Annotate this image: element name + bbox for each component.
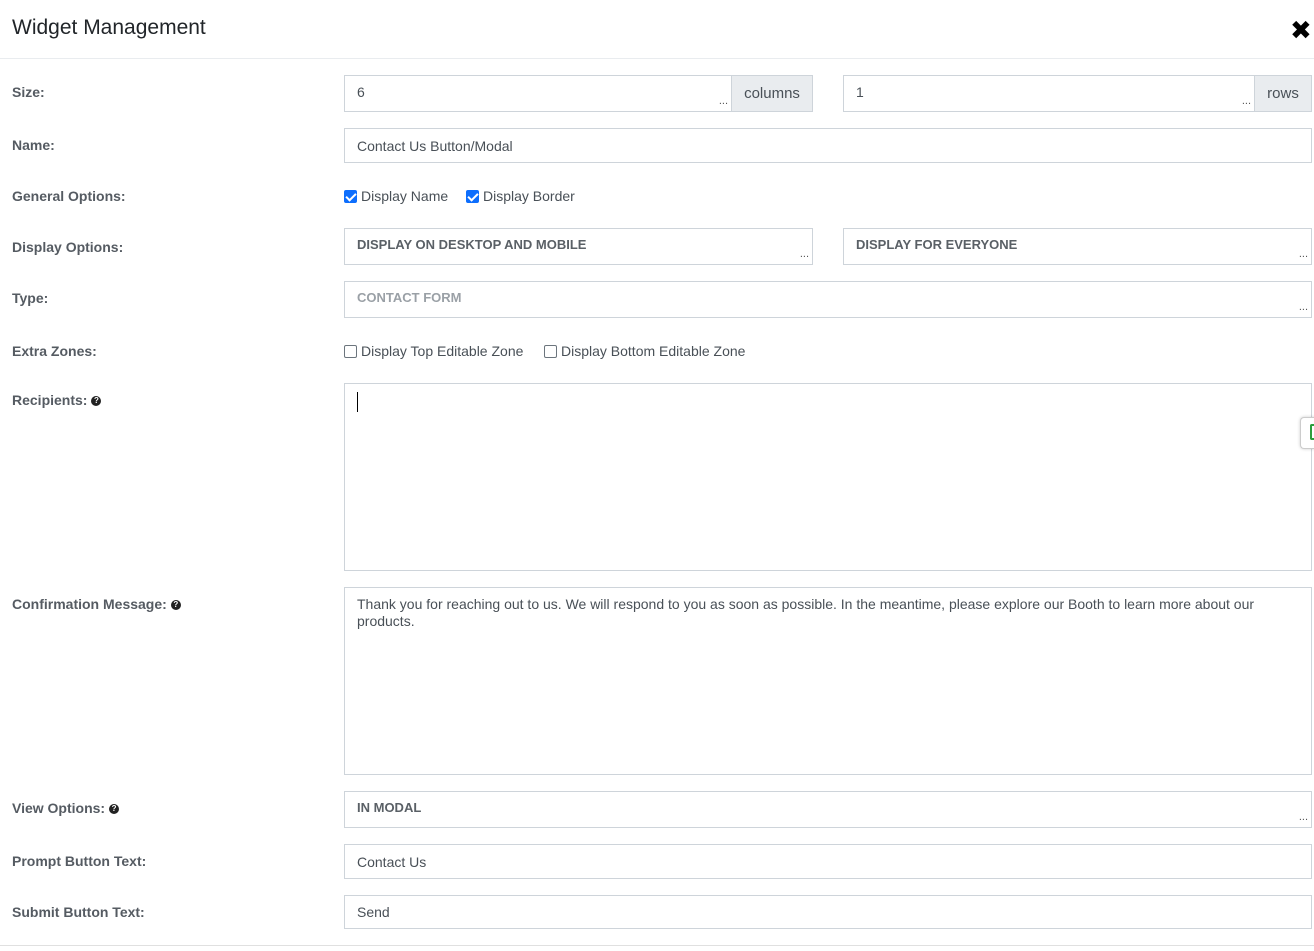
view-options-label-text: View Options: [12, 800, 106, 816]
display-border-option[interactable]: Display Border [466, 188, 575, 204]
prompt-button-text-label: Prompt Button Text: [12, 853, 147, 869]
name-input[interactable]: Contact Us Button/Modal [344, 128, 1312, 163]
prompt-button-text-input[interactable]: Contact Us [344, 844, 1312, 879]
view-options-label: View Options:? [12, 800, 120, 816]
type-select-value: CONTACT FORM [357, 290, 462, 305]
rows-value: 1 [856, 83, 864, 100]
bottom-zone-checkbox[interactable] [544, 344, 557, 358]
rows-addon: rows [1254, 75, 1312, 112]
side-panel-tab[interactable] [1300, 417, 1314, 449]
prompt-button-text-value: Contact Us [357, 853, 427, 870]
device-select-ellipsis: ... [799, 248, 809, 260]
columns-input[interactable]: 6 ... [344, 75, 732, 112]
name-label: Name: [12, 137, 55, 153]
type-select[interactable]: CONTACT FORM ... [344, 281, 1312, 318]
help-icon[interactable]: ? [170, 600, 181, 611]
type-select-ellipsis: ... [1298, 301, 1308, 313]
modal-title: Widget Management [12, 16, 206, 39]
view-options-select[interactable]: IN MODAL ... [344, 791, 1312, 828]
modal-header: Widget Management ✖ [0, 0, 1314, 59]
display-border-label: Display Border [483, 188, 575, 204]
side-tab-icon [1310, 424, 1314, 440]
columns-spinner[interactable]: ... [719, 96, 728, 107]
confirmation-message-label-text: Confirmation Message: [12, 596, 167, 612]
confirmation-message-textarea[interactable]: Thank you for reaching out to us. We wil… [344, 587, 1312, 775]
recipients-label: Recipients:? [12, 392, 102, 408]
view-options-ellipsis: ... [1298, 811, 1308, 823]
close-icon[interactable]: ✖ [1290, 17, 1312, 43]
display-name-checkbox[interactable] [344, 189, 357, 203]
bottom-zone-option[interactable]: Display Bottom Editable Zone [544, 343, 745, 359]
columns-value: 6 [357, 83, 365, 100]
help-icon[interactable]: ? [109, 804, 120, 815]
bottom-zone-label: Display Bottom Editable Zone [561, 343, 746, 359]
audience-select-ellipsis: ... [1298, 248, 1308, 260]
top-zone-option[interactable]: Display Top Editable Zone [344, 343, 523, 359]
extra-zones-label: Extra Zones: [12, 343, 97, 359]
help-icon[interactable]: ? [91, 396, 102, 407]
display-name-option[interactable]: Display Name [344, 188, 448, 204]
audience-select-value: DISPLAY FOR EVERYONE [856, 237, 1018, 252]
top-zone-label: Display Top Editable Zone [361, 343, 524, 359]
confirmation-message-label: Confirmation Message:? [12, 596, 181, 612]
submit-button-text-label: Submit Button Text: [12, 904, 145, 920]
display-name-label: Display Name [361, 188, 449, 204]
display-border-checkbox[interactable] [466, 189, 479, 203]
recipients-label-text: Recipients: [12, 392, 88, 408]
recipients-textarea[interactable] [344, 383, 1312, 571]
submit-button-text-value: Send [357, 904, 390, 920]
rows-spinner[interactable]: ... [1242, 96, 1251, 107]
device-select-value: DISPLAY ON DESKTOP AND MOBILE [357, 237, 587, 252]
columns-addon: columns [731, 75, 813, 112]
name-value: Contact Us Button/Modal [357, 137, 513, 154]
device-select[interactable]: DISPLAY ON DESKTOP AND MOBILE ... [344, 228, 813, 265]
text-cursor [357, 392, 358, 412]
confirmation-message-value: Thank you for reaching out to us. We wil… [357, 596, 1255, 629]
size-label: Size: [12, 84, 45, 100]
rows-input[interactable]: 1 ... [843, 75, 1255, 112]
footer-divider [0, 945, 1314, 946]
general-options-label: General Options: [12, 188, 126, 204]
type-label: Type: [12, 290, 49, 306]
top-zone-checkbox[interactable] [344, 344, 357, 358]
submit-button-text-input[interactable]: Send [344, 895, 1312, 929]
view-options-value: IN MODAL [357, 800, 422, 815]
display-options-label: Display Options: [12, 239, 124, 255]
audience-select[interactable]: DISPLAY FOR EVERYONE ... [843, 228, 1312, 265]
